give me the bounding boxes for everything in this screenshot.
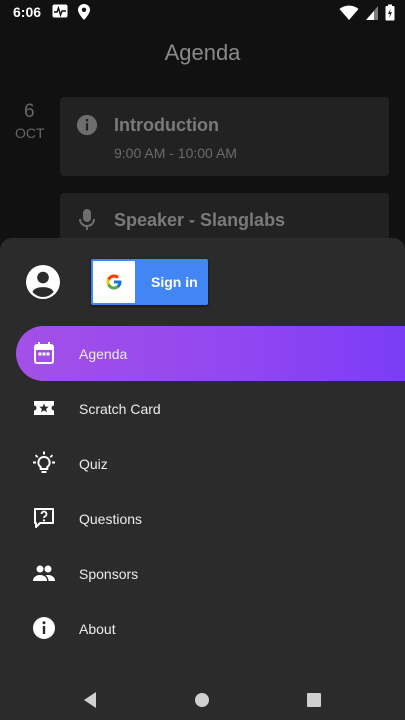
info-icon	[33, 617, 55, 639]
drawer-item-label: About	[79, 620, 116, 637]
status-icons	[339, 4, 395, 21]
home-icon[interactable]	[190, 688, 214, 712]
wifi-icon	[339, 5, 359, 20]
drawer-item-label: Questions	[79, 510, 143, 527]
question-bubble-icon	[34, 508, 54, 528]
lightbulb-icon	[33, 451, 55, 473]
drawer-item-scratch-card[interactable]: Scratch Card	[16, 381, 405, 436]
system-navigation-bar	[0, 680, 405, 720]
session-card-introduction[interactable]: Introduction 9:00 AM - 10:00 AM	[60, 97, 389, 176]
drawer-item-quiz[interactable]: Quiz	[16, 436, 405, 491]
activity-notification-icon	[52, 4, 68, 18]
status-time: 6:06	[13, 4, 42, 20]
signal-icon	[366, 5, 378, 20]
drawer-item-agenda[interactable]: Agenda	[16, 326, 405, 381]
drawer-item-label: Agenda	[79, 345, 128, 362]
sign-in-label: Sign in	[151, 274, 198, 290]
recents-icon[interactable]	[302, 688, 326, 712]
google-sign-in-button[interactable]: Sign in	[91, 259, 208, 305]
people-icon	[33, 565, 55, 581]
location-icon	[78, 4, 90, 20]
drawer-item-label: Scratch Card	[79, 400, 161, 417]
info-icon	[76, 114, 98, 136]
session-title: Introduction	[114, 115, 219, 135]
drawer-item-sponsors[interactable]: Sponsors	[16, 546, 405, 601]
drawer-item-questions[interactable]: Questions	[16, 491, 405, 546]
status-bar: 6:06	[0, 0, 405, 24]
drawer-item-about[interactable]: About	[16, 601, 405, 656]
back-icon[interactable]	[79, 688, 103, 712]
drawer-item-label: Quiz	[79, 455, 108, 472]
mic-icon	[79, 209, 95, 230]
account-avatar-icon[interactable]	[26, 265, 60, 299]
date-month: OCT	[15, 125, 45, 141]
ticket-star-icon	[34, 401, 54, 415]
google-logo-icon	[93, 261, 135, 303]
date-day: 6	[24, 101, 35, 122]
calendar-icon	[34, 342, 54, 364]
session-title: Speaker - Slanglabs	[114, 210, 286, 230]
session-time: 9:00 AM - 10:00 AM	[114, 145, 237, 161]
screen-title: Agenda	[164, 40, 241, 65]
drawer-item-label: Sponsors	[79, 565, 139, 582]
battery-charging-icon	[385, 4, 395, 21]
